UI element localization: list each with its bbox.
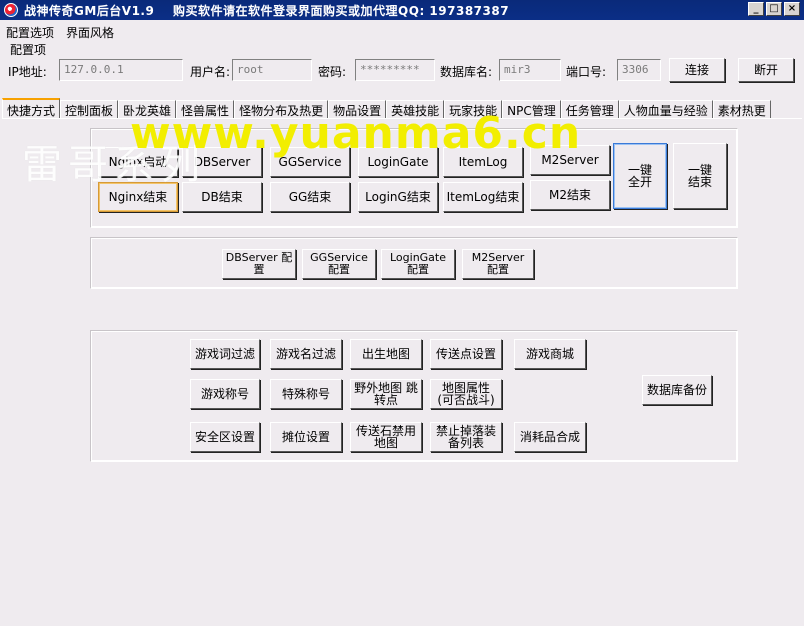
menu-config-options[interactable]: 配置选项 xyxy=(0,22,60,40)
ip-label: IP地址: xyxy=(8,65,47,79)
m2server-config-button[interactable]: M2Server 配置 xyxy=(462,249,534,279)
ip-field[interactable]: 127.0.0.1 xyxy=(59,59,183,81)
close-button[interactable]: × xyxy=(784,2,800,16)
tab-monster-distribution[interactable]: 怪物分布及热更 xyxy=(234,100,329,119)
m2server-start-button[interactable]: M2Server xyxy=(530,145,610,175)
tab-strip: 快捷方式 控制面板 卧龙英雄 怪兽属性 怪物分布及热更 物品设置 英雄技能 玩家… xyxy=(2,98,771,119)
map-attributes-button[interactable]: 地图属性 (可否战斗) xyxy=(430,379,502,409)
config-group-label: 配置项 xyxy=(10,43,47,57)
tab-hp-experience[interactable]: 人物血量与经验 xyxy=(618,100,713,119)
title-bar: 战神传奇GM后台V1.9 购买软件请在软件登录界面购买或加代理QQ: 19738… xyxy=(0,0,804,20)
app-icon xyxy=(4,3,18,17)
tab-divider xyxy=(2,118,802,119)
maximize-button[interactable]: □ xyxy=(766,2,782,16)
dbserver-config-button[interactable]: DBServer 配置 xyxy=(222,249,296,279)
itemlog-start-button[interactable]: ItemLog xyxy=(443,147,523,177)
database-label: 数据库名: xyxy=(440,65,493,79)
logingate-start-button[interactable]: LoginGate xyxy=(358,147,438,177)
tab-hero-skills[interactable]: 英雄技能 xyxy=(386,100,445,119)
dbserver-start-button[interactable]: DBServer xyxy=(182,147,262,177)
gg-stop-button[interactable]: GG结束 xyxy=(270,182,350,212)
database-field[interactable]: mir3 xyxy=(499,59,561,81)
port-label: 端口号: xyxy=(566,65,607,79)
tab-item-settings[interactable]: 物品设置 xyxy=(328,100,387,119)
menu-ui-style[interactable]: 界面风格 xyxy=(60,22,120,40)
username-label: 用户名: xyxy=(190,65,231,79)
password-field[interactable]: ********* xyxy=(355,59,435,81)
nginx-start-button[interactable]: Nginx启动 xyxy=(98,147,178,177)
teleport-stone-disabled-map-button[interactable]: 传送石禁用 地图 xyxy=(350,422,422,452)
password-label: 密码: xyxy=(318,65,347,79)
menu-bar: 配置选项 界面风格 xyxy=(0,22,120,40)
disconnect-button[interactable]: 断开 xyxy=(738,58,794,82)
no-drop-equip-list-button[interactable]: 禁止掉落装 备列表 xyxy=(430,422,502,452)
database-backup-button[interactable]: 数据库备份 xyxy=(642,375,712,405)
stall-settings-button[interactable]: 摊位设置 xyxy=(270,422,342,452)
one-key-stop-button[interactable]: 一键 结束 xyxy=(673,143,727,209)
special-title-button[interactable]: 特殊称号 xyxy=(270,379,342,409)
window-controls: _ □ × xyxy=(748,2,800,16)
connect-button[interactable]: 连接 xyxy=(669,58,725,82)
tab-player-skills[interactable]: 玩家技能 xyxy=(444,100,503,119)
one-key-start-button[interactable]: 一键 全开 xyxy=(613,143,667,209)
teleport-settings-button[interactable]: 传送点设置 xyxy=(430,339,502,369)
port-field[interactable]: 3306 xyxy=(617,59,661,81)
username-field[interactable]: root xyxy=(232,59,312,81)
m2-stop-button[interactable]: M2结束 xyxy=(530,180,610,210)
nginx-stop-button[interactable]: Nginx结束 xyxy=(98,182,178,212)
ggservice-start-button[interactable]: GGService xyxy=(270,147,350,177)
loging-stop-button[interactable]: LoginG结束 xyxy=(358,182,438,212)
game-name-filter-button[interactable]: 游戏名过滤 xyxy=(270,339,342,369)
window-title: 战神传奇GM后台V1.9 购买软件请在软件登录界面购买或加代理QQ: 19738… xyxy=(24,3,510,18)
tab-npc-management[interactable]: NPC管理 xyxy=(502,100,561,119)
db-stop-button[interactable]: DB结束 xyxy=(182,182,262,212)
game-title-button[interactable]: 游戏称号 xyxy=(190,379,260,409)
minimize-button[interactable]: _ xyxy=(748,2,764,16)
safe-zone-button[interactable]: 安全区设置 xyxy=(190,422,260,452)
itemlog-stop-button[interactable]: ItemLog结束 xyxy=(443,182,523,212)
tab-monster-attributes[interactable]: 怪兽属性 xyxy=(176,100,235,119)
logingate-config-button[interactable]: LoginGate 配置 xyxy=(381,249,455,279)
game-shop-button[interactable]: 游戏商城 xyxy=(514,339,586,369)
game-word-filter-button[interactable]: 游戏词过滤 xyxy=(190,339,260,369)
tab-shortcuts[interactable]: 快捷方式 xyxy=(2,98,61,119)
tab-task-management[interactable]: 任务管理 xyxy=(560,100,619,119)
ggservice-config-button[interactable]: GGService 配置 xyxy=(302,249,376,279)
tab-asset-hotupdate[interactable]: 素材热更 xyxy=(712,100,771,119)
tab-control-panel[interactable]: 控制面板 xyxy=(60,100,119,119)
birth-map-button[interactable]: 出生地图 xyxy=(350,339,422,369)
field-map-jump-button[interactable]: 野外地图 跳转点 xyxy=(350,379,422,409)
tab-wolong-hero[interactable]: 卧龙英雄 xyxy=(118,100,177,119)
consumable-synthesis-button[interactable]: 消耗品合成 xyxy=(514,422,586,452)
